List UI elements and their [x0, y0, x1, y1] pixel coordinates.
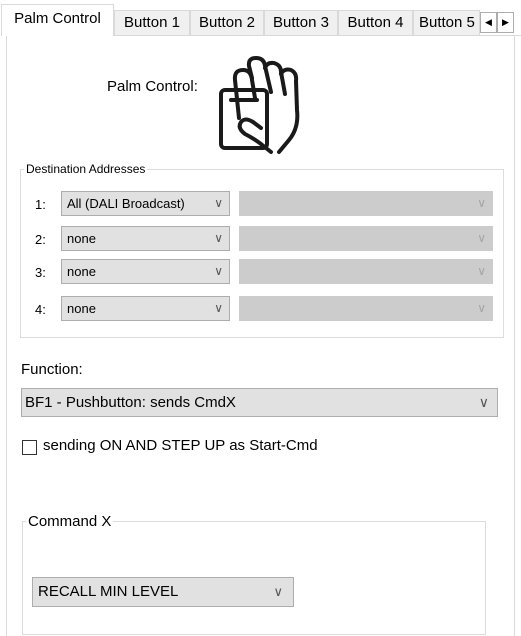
chevron-down-icon: ∨: [477, 264, 486, 278]
chevron-down-icon: ∨: [214, 264, 223, 278]
scroll-right-arrow-icon[interactable]: ▶: [497, 12, 514, 33]
destination-1-select[interactable]: All (DALI Broadcast) ∨: [61, 191, 230, 216]
destination-addresses-legend: Destination Addresses: [26, 162, 146, 176]
destination-1-sub-select: ∨: [239, 191, 493, 216]
chevron-down-icon: ∨: [214, 301, 223, 315]
scroll-left-arrow-icon[interactable]: ◀: [480, 12, 497, 33]
destination-2-select[interactable]: none ∨: [61, 226, 230, 251]
tab-button-2[interactable]: Button 2: [190, 10, 264, 35]
start-cmd-checkbox[interactable]: [22, 440, 37, 455]
function-label: Function:: [21, 361, 83, 378]
destination-3-select[interactable]: none ∨: [61, 259, 230, 284]
destination-row-3-label: 3:: [35, 265, 46, 280]
chevron-down-icon: ∨: [478, 394, 489, 410]
panel-border-right: [514, 36, 515, 636]
command-x-value: RECALL MIN LEVEL: [38, 583, 179, 600]
chevron-down-icon: ∨: [477, 196, 486, 210]
panel-border-left: [6, 36, 7, 636]
function-value: BF1 - Pushbutton: sends CmdX: [25, 394, 236, 411]
destination-2-sub-select: ∨: [239, 226, 493, 251]
destination-4-sub-select: ∨: [239, 296, 493, 321]
command-x-legend: Command X: [28, 513, 112, 530]
tab-strip: Palm Control Button 1 Button 2 Button 3 …: [0, 0, 521, 36]
tab-button-1[interactable]: Button 1: [114, 10, 190, 35]
destination-1-value: All (DALI Broadcast): [67, 196, 185, 211]
command-x-group: Command X: [22, 513, 486, 635]
tab-strip-underline: [113, 35, 521, 36]
destination-4-select[interactable]: none ∨: [61, 296, 230, 321]
chevron-down-icon: ∨: [477, 301, 486, 315]
tab-button-3[interactable]: Button 3: [264, 10, 338, 35]
destination-4-value: none: [67, 301, 96, 316]
start-cmd-checkbox-label[interactable]: sending ON AND STEP UP as Start-Cmd: [43, 437, 318, 454]
palm-hand-icon: [219, 56, 300, 154]
chevron-down-icon: ∨: [214, 196, 223, 210]
destination-3-value: none: [67, 264, 96, 279]
chevron-down-icon: ∨: [214, 231, 223, 245]
destination-row-4-label: 4:: [35, 302, 46, 317]
function-select[interactable]: BF1 - Pushbutton: sends CmdX ∨: [21, 388, 498, 417]
chevron-down-icon: ∨: [273, 584, 283, 599]
destination-row-1-label: 1:: [35, 197, 46, 212]
tab-button-4[interactable]: Button 4: [338, 10, 413, 35]
destination-2-value: none: [67, 231, 96, 246]
palm-control-label: Palm Control:: [107, 78, 198, 95]
destination-row-2-label: 2:: [35, 232, 46, 247]
tab-button-5[interactable]: Button 5: [413, 10, 480, 35]
destination-3-sub-select: ∨: [239, 259, 493, 284]
tab-palm-control[interactable]: Palm Control: [1, 4, 114, 36]
chevron-down-icon: ∨: [477, 231, 486, 245]
command-x-select[interactable]: RECALL MIN LEVEL ∨: [32, 577, 294, 607]
